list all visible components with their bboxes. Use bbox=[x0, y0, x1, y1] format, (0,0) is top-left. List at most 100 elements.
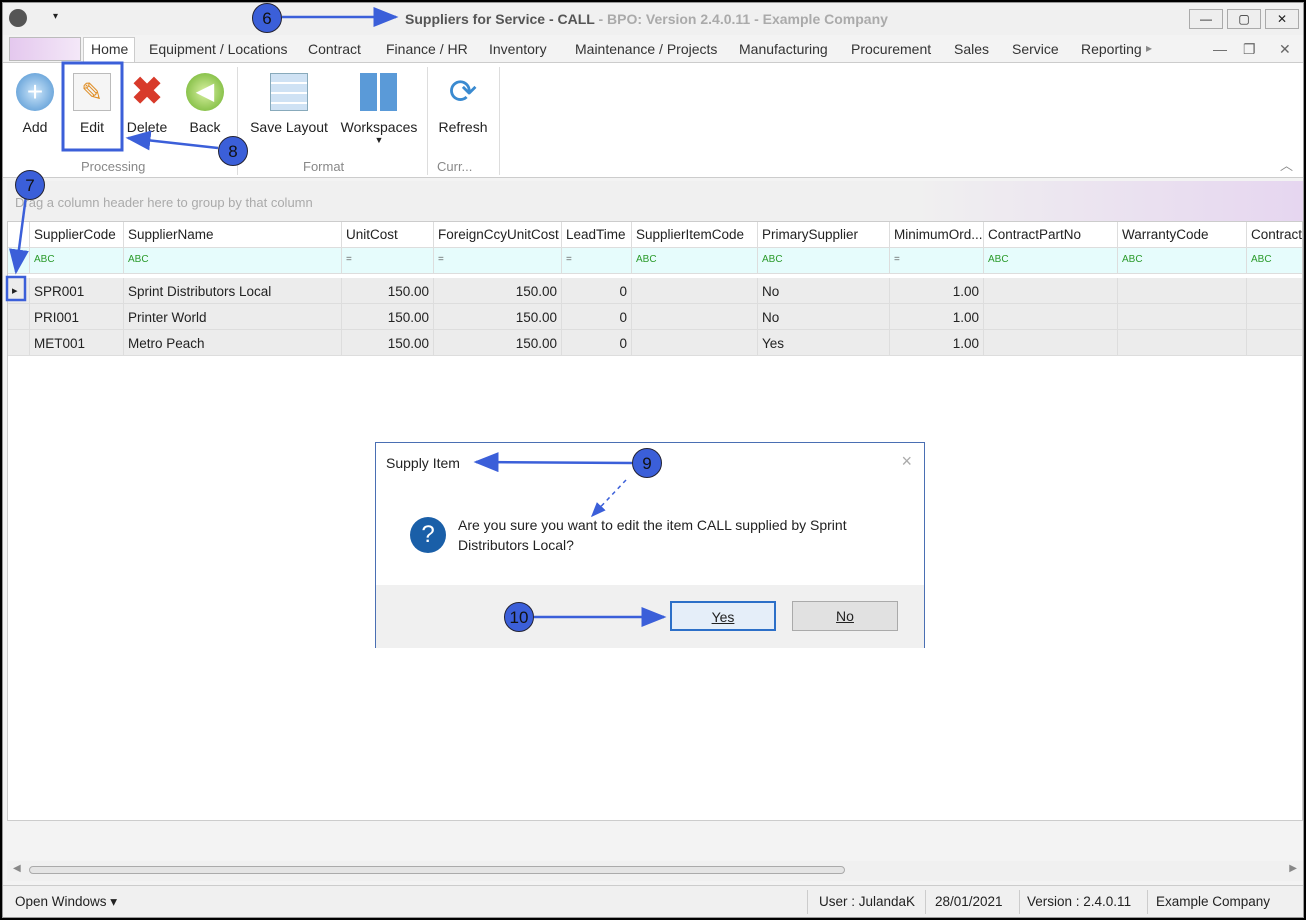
quick-access-dropdown-icon[interactable]: ▾ bbox=[53, 11, 58, 22]
filter-cell[interactable]: = bbox=[890, 248, 984, 274]
refresh-button[interactable]: ⟳ Refresh bbox=[435, 73, 491, 135]
horizontal-scrollbar[interactable]: ◀ ▶ bbox=[7, 861, 1303, 881]
grid-cell[interactable] bbox=[1247, 330, 1302, 356]
group-by-panel[interactable]: Drag a column header here to group by th… bbox=[7, 181, 1303, 221]
grid-cell[interactable]: 150.00 bbox=[342, 304, 434, 330]
scrollbar-thumb[interactable] bbox=[29, 866, 845, 874]
grid-cell[interactable] bbox=[984, 278, 1118, 304]
collapse-ribbon-icon[interactable]: ︿ bbox=[1280, 155, 1293, 174]
filter-cell[interactable]: ABC bbox=[984, 248, 1118, 274]
tab-reporting[interactable]: Reporting bbox=[1081, 41, 1142, 57]
application-menu-button[interactable] bbox=[9, 37, 81, 61]
grid-cell[interactable] bbox=[1118, 330, 1247, 356]
grid-cell[interactable]: No bbox=[758, 278, 890, 304]
grid-cell[interactable]: Yes bbox=[758, 330, 890, 356]
filter-cell[interactable]: = bbox=[434, 248, 562, 274]
grid-cell[interactable]: No bbox=[758, 304, 890, 330]
workspaces-button[interactable]: Workspaces ▼ bbox=[339, 73, 419, 145]
filter-cell[interactable]: ABC bbox=[758, 248, 890, 274]
grid-cell[interactable]: 1.00 bbox=[890, 278, 984, 304]
grid-cell[interactable]: SPR001 bbox=[30, 278, 124, 304]
tab-service[interactable]: Service bbox=[1012, 41, 1059, 57]
filter-cell[interactable]: ABC bbox=[30, 248, 124, 274]
filter-cell[interactable]: ABC bbox=[1247, 248, 1302, 274]
filter-cell[interactable]: ABC bbox=[124, 248, 342, 274]
column-header[interactable]: LeadTime bbox=[562, 222, 632, 248]
minimize-button[interactable]: — bbox=[1189, 9, 1223, 29]
column-header[interactable]: ForeignCcyUnitCost bbox=[434, 222, 562, 248]
grid-cell[interactable]: 150.00 bbox=[434, 304, 562, 330]
close-button[interactable]: ✕ bbox=[1265, 9, 1299, 29]
grid-cell[interactable]: MET001 bbox=[30, 330, 124, 356]
grid-cell[interactable] bbox=[984, 330, 1118, 356]
row-indicator-arrow-icon[interactable]: ▸ bbox=[8, 278, 30, 304]
tab-home[interactable]: Home bbox=[91, 41, 128, 57]
grid-cell[interactable]: Printer World bbox=[124, 304, 342, 330]
ribbon-restore-icon[interactable]: ❐ bbox=[1243, 41, 1256, 58]
dialog-close-icon[interactable]: × bbox=[901, 451, 912, 472]
open-windows-button[interactable]: Open Windows ▾ bbox=[15, 894, 117, 910]
add-button[interactable]: + Add bbox=[13, 73, 57, 135]
row-indicator[interactable] bbox=[8, 248, 30, 274]
table-row[interactable]: MET001 Metro Peach 150.00 150.00 0 Yes 1.00 bbox=[8, 330, 1302, 356]
grid-cell[interactable] bbox=[632, 304, 758, 330]
grid-cell[interactable] bbox=[632, 330, 758, 356]
grid-cell[interactable]: Sprint Distributors Local bbox=[124, 278, 342, 304]
grid-cell[interactable]: 150.00 bbox=[434, 330, 562, 356]
tabs-scroll-right-icon[interactable]: ▸ bbox=[1146, 41, 1152, 55]
tab-procurement[interactable]: Procurement bbox=[851, 41, 931, 57]
tab-finance-hr[interactable]: Finance / HR bbox=[386, 41, 468, 57]
tab-sales[interactable]: Sales bbox=[954, 41, 989, 57]
column-header[interactable]: WarrantyCode bbox=[1118, 222, 1247, 248]
tab-equipment-locations[interactable]: Equipment / Locations bbox=[149, 41, 288, 57]
filter-cell[interactable]: ABC bbox=[1118, 248, 1247, 274]
grid-cell[interactable] bbox=[984, 304, 1118, 330]
app-logo-icon[interactable] bbox=[9, 9, 27, 27]
row-indicator[interactable] bbox=[8, 304, 30, 330]
ribbon-close-icon[interactable]: ✕ bbox=[1279, 41, 1291, 58]
row-indicator[interactable] bbox=[8, 222, 30, 248]
table-row[interactable]: ▸ SPR001 Sprint Distributors Local 150.00 15… bbox=[8, 278, 1302, 304]
grid-cell[interactable]: 0 bbox=[562, 304, 632, 330]
grid-cell[interactable]: 0 bbox=[562, 330, 632, 356]
edit-button[interactable]: ✎ Edit bbox=[63, 73, 121, 135]
filter-cell[interactable]: = bbox=[342, 248, 434, 274]
tab-contract[interactable]: Contract bbox=[308, 41, 361, 57]
tab-maintenance-projects[interactable]: Maintenance / Projects bbox=[575, 41, 717, 57]
back-button[interactable]: ◀ Back bbox=[183, 73, 227, 135]
tab-inventory[interactable]: Inventory bbox=[489, 41, 547, 57]
yes-button[interactable]: Yes bbox=[670, 601, 776, 631]
ribbon-minimize-icon[interactable]: — bbox=[1213, 41, 1227, 57]
column-header[interactable]: Contract bbox=[1247, 222, 1302, 248]
grid-cell[interactable] bbox=[1118, 304, 1247, 330]
filter-cell[interactable]: = bbox=[562, 248, 632, 274]
filter-cell[interactable]: ABC bbox=[632, 248, 758, 274]
column-header[interactable]: UnitCost bbox=[342, 222, 434, 248]
grid-cell[interactable]: 0 bbox=[562, 278, 632, 304]
scroll-left-icon[interactable]: ◀ bbox=[13, 863, 21, 874]
column-header[interactable]: SupplierCode bbox=[30, 222, 124, 248]
grid-cell[interactable] bbox=[1247, 278, 1302, 304]
column-header[interactable]: SupplierItemCode bbox=[632, 222, 758, 248]
column-header[interactable]: PrimarySupplier bbox=[758, 222, 890, 248]
column-header[interactable]: ContractPartNo bbox=[984, 222, 1118, 248]
grid-cell[interactable]: PRI001 bbox=[30, 304, 124, 330]
grid-cell[interactable] bbox=[632, 278, 758, 304]
grid-cell[interactable]: 150.00 bbox=[342, 330, 434, 356]
table-row[interactable]: PRI001 Printer World 150.00 150.00 0 No 1.00 bbox=[8, 304, 1302, 330]
grid-cell[interactable] bbox=[1247, 304, 1302, 330]
grid-cell[interactable]: Metro Peach bbox=[124, 330, 342, 356]
grid-cell[interactable]: 150.00 bbox=[342, 278, 434, 304]
column-header[interactable]: SupplierName bbox=[124, 222, 342, 248]
column-header[interactable]: MinimumOrd... bbox=[890, 222, 984, 248]
save-layout-button[interactable]: Save Layout bbox=[247, 73, 331, 135]
maximize-button[interactable]: ▢ bbox=[1227, 9, 1261, 29]
tab-manufacturing[interactable]: Manufacturing bbox=[739, 41, 828, 57]
grid-cell[interactable] bbox=[1118, 278, 1247, 304]
row-indicator[interactable] bbox=[8, 330, 30, 356]
grid-cell[interactable]: 150.00 bbox=[434, 278, 562, 304]
scroll-right-icon[interactable]: ▶ bbox=[1289, 863, 1297, 874]
no-button[interactable]: No bbox=[792, 601, 898, 631]
delete-button[interactable]: ✖ Delete bbox=[125, 73, 169, 135]
grid-cell[interactable]: 1.00 bbox=[890, 304, 984, 330]
